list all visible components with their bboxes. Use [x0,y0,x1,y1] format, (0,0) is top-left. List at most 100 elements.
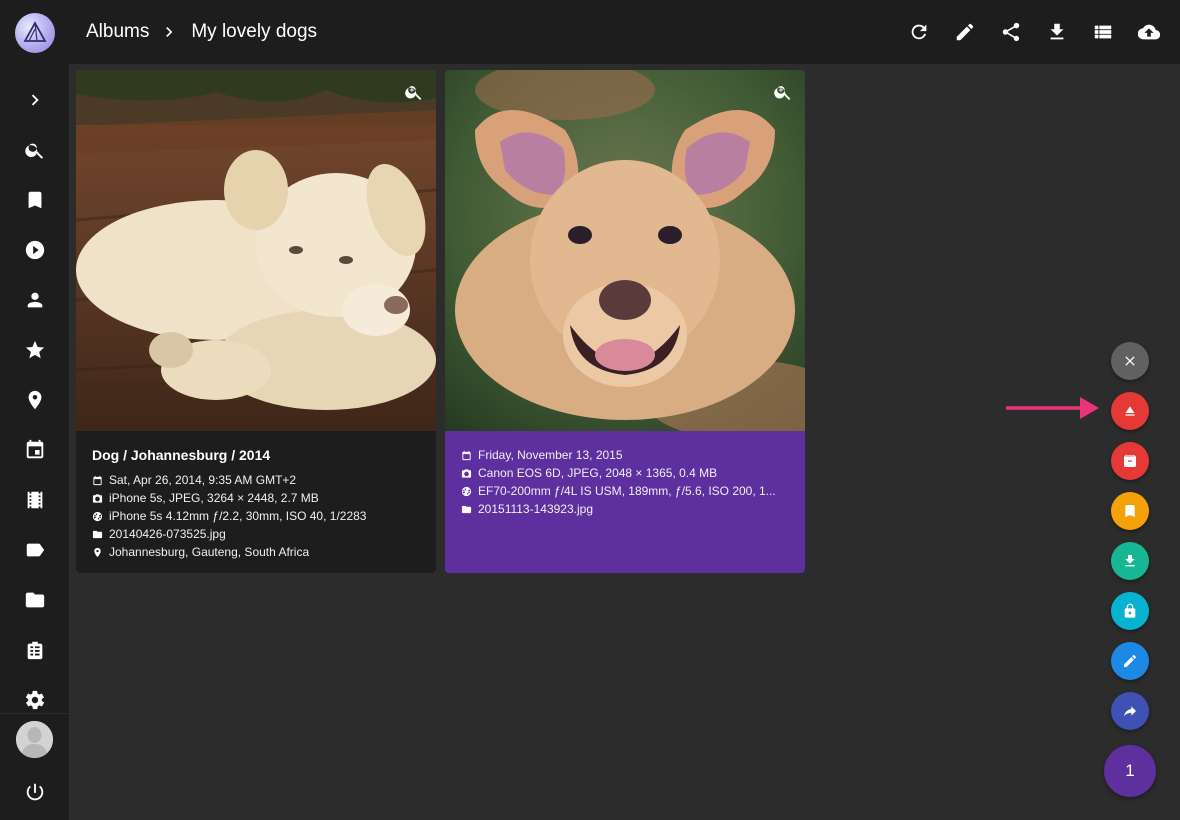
list-view-icon [1094,25,1112,39]
photo-info: Dog / Johannesburg / 2014 Sat, Apr 26, 2… [76,431,436,573]
folder-icon [25,592,44,608]
photo-location-text[interactable]: Johannesburg, Gauteng, South Africa [109,545,309,559]
edit-selection-button[interactable] [1111,642,1149,680]
sidebar-item-places[interactable] [0,380,69,420]
label-icon [26,543,44,557]
sidebar-item-settings[interactable] [0,680,69,720]
add-to-album-button[interactable] [1111,492,1149,530]
chevron-right-icon [166,27,173,37]
photo-file-text[interactable]: 20140426-073525.jpg [109,527,226,541]
photo-camera: Canon EOS 6D, JPEG, 2048 × 1365, 0.4 MB [461,464,776,482]
pencil-icon [956,23,974,41]
logout-button[interactable] [0,772,69,812]
download-icon [1125,555,1135,567]
refresh-button[interactable] [906,19,932,45]
share-album-button[interactable] [998,19,1024,45]
share-icon [1002,22,1020,42]
edit-album-button[interactable] [952,19,978,45]
sidebar-item-folders[interactable] [0,580,69,620]
bookmark-icon [1125,505,1135,517]
map-pin-icon [28,390,41,410]
download-selection-button[interactable] [1111,542,1149,580]
photo-thumbnail-dog[interactable] [445,70,805,431]
photo-camera: iPhone 5s, JPEG, 3264 × 2448, 2.7 MB [92,489,366,507]
photo-card-selected[interactable]: Friday, November 13, 2015 Canon EOS 6D, … [445,70,805,573]
pointer-arrow [1006,397,1099,419]
avatar[interactable] [16,721,53,758]
prism-icon [23,21,47,42]
photo-file: 20151113-143923.jpg [461,500,776,518]
bookmark-icon [28,191,41,209]
download-album-button[interactable] [1044,19,1070,45]
photo-info: Friday, November 13, 2015 Canon EOS 6D, … [445,431,805,573]
breadcrumb-albums-link[interactable]: Albums [86,21,149,43]
sidebar-item-moments[interactable] [0,480,69,520]
breadcrumb-separator [159,22,179,42]
chevron-right-icon [31,94,39,106]
breadcrumb: Albums My lovely dogs [86,19,317,45]
sidebar-item-calendar[interactable] [0,430,69,470]
user-silhouette-icon [16,721,53,758]
pencil-icon [1124,655,1136,667]
person-icon [27,292,42,308]
photo-camera-text[interactable]: Canon EOS 6D, JPEG, 2048 × 1365, 0.4 MB [478,466,717,480]
photo-date: Sat, Apr 26, 2014, 9:35 AM GMT+2 [92,471,366,489]
photo-date: Friday, November 13, 2015 [461,446,776,464]
sidebar-item-expand[interactable] [0,80,69,120]
zoom-button[interactable] [773,82,793,102]
aperture-icon [92,511,103,521]
calendar-icon [462,450,471,460]
map-pin-icon [94,547,101,557]
selection-count-button[interactable]: 1 [1104,745,1156,797]
photo-file: 20140426-073525.jpg [92,525,366,543]
eject-icon [1125,406,1135,416]
archive-button[interactable] [1111,442,1149,480]
photo-location: Johannesburg, Gauteng, South Africa [92,543,366,561]
refresh-icon [911,24,927,40]
photo-meta-list: Friday, November 13, 2015 Canon EOS 6D, … [461,446,776,518]
play-circle-icon [25,240,44,260]
close-icon [1125,356,1135,366]
upload-cloud-icon [1138,24,1160,40]
photo-camera-text[interactable]: iPhone 5s, JPEG, 3264 × 2448, 2.7 MB [109,491,319,505]
archive-icon [1124,455,1136,467]
share-selection-button[interactable] [1111,692,1149,730]
library-icon [27,641,42,660]
photo-meta-list: Sat, Apr 26, 2014, 9:35 AM GMT+2 iPhone … [92,471,366,561]
photo-file-text[interactable]: 20151113-143923.jpg [478,502,593,516]
sidebar-item-search[interactable] [0,130,69,170]
upload-button[interactable] [1136,19,1162,45]
zoom-button[interactable] [404,82,424,102]
list-view-button[interactable] [1090,19,1116,45]
clear-selection-button[interactable] [1111,342,1149,380]
calendar-icon [93,475,102,485]
photo-date-text[interactable]: Sat, Apr 26, 2014, 9:35 AM GMT+2 [109,473,296,487]
aperture-icon [461,486,472,496]
sidebar-item-bookmarks[interactable] [0,180,69,220]
download-icon [1050,23,1064,40]
sidebar-item-favorites[interactable] [0,330,69,370]
file-icon [461,505,472,513]
app-logo[interactable] [15,13,55,53]
gear-icon [25,690,44,710]
make-private-button[interactable] [1111,592,1149,630]
star-icon [25,340,44,359]
sidebar-item-library[interactable] [0,630,69,670]
sidebar-divider [0,713,69,714]
photo-lens-text[interactable]: iPhone 5s 4.12mm ƒ/2.2, 30mm, ISO 40, 1/… [109,509,366,523]
photo-date-text[interactable]: Friday, November 13, 2015 [478,448,623,462]
film-icon [27,491,42,509]
zoom-in-icon [405,86,422,100]
photo-thumbnail-puppy[interactable] [76,70,436,431]
file-icon [92,530,103,538]
sidebar-item-videos[interactable] [0,230,69,270]
lock-icon [1124,603,1136,618]
photo-title[interactable]: Dog / Johannesburg / 2014 [92,447,270,463]
photo-lens-text[interactable]: EF70-200mm ƒ/4L IS USM, 189mm, ƒ/5.6, IS… [478,484,776,498]
sidebar [0,0,69,820]
photo-card[interactable]: Dog / Johannesburg / 2014 Sat, Apr 26, 2… [76,70,436,573]
share-arrow-icon [1124,706,1136,717]
remove-from-album-button[interactable] [1111,392,1149,430]
sidebar-item-labels[interactable] [0,530,69,570]
sidebar-item-people[interactable] [0,280,69,320]
